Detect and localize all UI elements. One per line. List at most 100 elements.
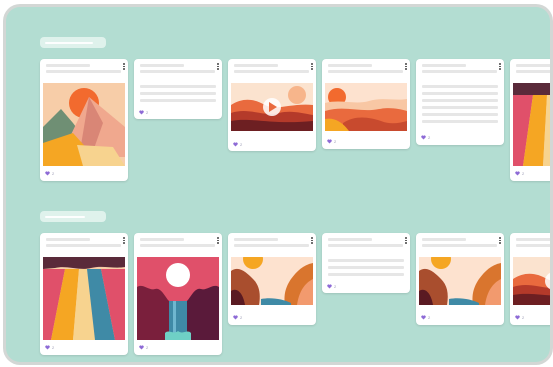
post-video[interactable] xyxy=(513,257,550,305)
likes-counter[interactable]: 2 xyxy=(327,139,336,144)
heart-icon xyxy=(45,345,50,350)
post-image[interactable] xyxy=(513,83,550,166)
likes-counter[interactable]: 2 xyxy=(233,315,242,320)
post-body-placeholder xyxy=(140,85,216,88)
likes-count: 2 xyxy=(240,314,243,320)
heart-icon xyxy=(421,315,426,320)
post-card[interactable]: 2 xyxy=(40,59,128,181)
desert-mountains-sun-art xyxy=(43,83,125,166)
likes-count: 2 xyxy=(428,134,431,140)
post-title-placeholder xyxy=(328,238,372,241)
post-image[interactable] xyxy=(419,257,501,305)
post-video[interactable] xyxy=(231,83,313,131)
more-options-icon[interactable] xyxy=(123,63,125,70)
post-body-placeholder xyxy=(422,106,498,109)
post-card[interactable]: 2 xyxy=(510,59,550,181)
post-subtitle-placeholder xyxy=(422,70,497,73)
heart-icon xyxy=(421,135,426,140)
likes-counter[interactable]: 2 xyxy=(139,345,148,350)
heart-icon xyxy=(233,315,238,320)
post-subtitle-placeholder xyxy=(516,244,550,247)
post-title-placeholder xyxy=(140,64,184,67)
post-body-placeholder xyxy=(140,99,216,102)
more-options-icon[interactable] xyxy=(405,63,407,70)
likes-count: 2 xyxy=(522,314,525,320)
likes-counter[interactable]: 2 xyxy=(139,110,148,115)
post-subtitle-placeholder xyxy=(328,244,403,247)
post-title-placeholder xyxy=(516,64,550,67)
post-subtitle-placeholder xyxy=(422,244,497,247)
likes-count: 2 xyxy=(428,314,431,320)
post-subtitle-placeholder xyxy=(46,70,121,73)
road-stripes-art xyxy=(43,257,125,340)
more-options-icon[interactable] xyxy=(123,237,125,244)
likes-counter[interactable]: 2 xyxy=(45,345,54,350)
desert-landscape-video-art xyxy=(513,257,550,305)
likes-counter[interactable]: 2 xyxy=(515,171,524,176)
likes-count: 2 xyxy=(52,170,55,176)
more-options-icon[interactable] xyxy=(405,237,407,244)
section-title-placeholder[interactable] xyxy=(40,37,106,48)
likes-count: 2 xyxy=(146,109,149,115)
post-image[interactable] xyxy=(231,257,313,305)
post-card[interactable]: 2 xyxy=(228,233,316,325)
more-options-icon[interactable] xyxy=(499,63,501,70)
post-body-placeholder xyxy=(422,120,498,123)
post-card[interactable]: 2 xyxy=(40,233,128,355)
sunset-hills-art xyxy=(325,83,407,131)
likes-counter[interactable]: 2 xyxy=(45,171,54,176)
post-title-placeholder xyxy=(422,238,466,241)
post-subtitle-placeholder xyxy=(328,70,403,73)
post-body-placeholder xyxy=(422,85,498,88)
likes-counter[interactable]: 2 xyxy=(515,315,524,320)
heart-icon xyxy=(327,284,332,289)
post-image[interactable] xyxy=(137,257,219,340)
heart-icon xyxy=(139,345,144,350)
post-card[interactable]: 2 xyxy=(322,59,410,149)
road-stripes-art xyxy=(513,83,550,166)
post-card[interactable]: 2 xyxy=(134,59,222,119)
likes-counter[interactable]: 2 xyxy=(233,142,242,147)
likes-counter[interactable]: 2 xyxy=(421,135,430,140)
post-title-placeholder xyxy=(422,64,466,67)
post-body-placeholder xyxy=(422,113,498,116)
more-options-icon[interactable] xyxy=(311,237,313,244)
post-title-placeholder xyxy=(140,238,184,241)
post-image[interactable] xyxy=(325,83,407,131)
likes-count: 2 xyxy=(522,170,525,176)
post-title-placeholder xyxy=(46,238,90,241)
post-subtitle-placeholder xyxy=(140,70,215,73)
heart-icon xyxy=(233,142,238,147)
more-options-icon[interactable] xyxy=(311,63,313,70)
post-card[interactable]: 2 xyxy=(416,233,504,325)
heart-icon xyxy=(139,110,144,115)
post-card[interactable]: 2 xyxy=(510,233,550,325)
heart-icon xyxy=(515,315,520,320)
likes-counter[interactable]: 2 xyxy=(421,315,430,320)
post-card[interactable]: 2 xyxy=(228,59,316,151)
canyon-waterfall-moon-art xyxy=(137,257,219,340)
more-options-icon[interactable] xyxy=(499,237,501,244)
post-title-placeholder xyxy=(516,238,550,241)
post-title-placeholder xyxy=(234,64,278,67)
post-card[interactable]: 2 xyxy=(322,233,410,293)
post-card[interactable]: 2 xyxy=(134,233,222,355)
post-card[interactable]: 2 xyxy=(416,59,504,145)
post-body-placeholder xyxy=(328,266,404,269)
likes-counter[interactable]: 2 xyxy=(327,284,336,289)
post-body-placeholder xyxy=(328,273,404,276)
more-options-icon[interactable] xyxy=(217,237,219,244)
post-title-placeholder xyxy=(46,64,90,67)
more-options-icon[interactable] xyxy=(217,63,219,70)
heart-icon xyxy=(515,171,520,176)
post-body-placeholder xyxy=(422,99,498,102)
heart-icon xyxy=(45,171,50,176)
post-image[interactable] xyxy=(43,83,125,166)
desert-landscape-video-art xyxy=(231,83,313,131)
post-subtitle-placeholder xyxy=(234,244,309,247)
padlet-board: 2 2 2 2 2 2 2 2 2 2 2 2 xyxy=(6,7,550,362)
heart-icon xyxy=(327,139,332,144)
post-subtitle-placeholder xyxy=(140,244,215,247)
post-image[interactable] xyxy=(43,257,125,340)
section-title-placeholder[interactable] xyxy=(40,211,106,222)
